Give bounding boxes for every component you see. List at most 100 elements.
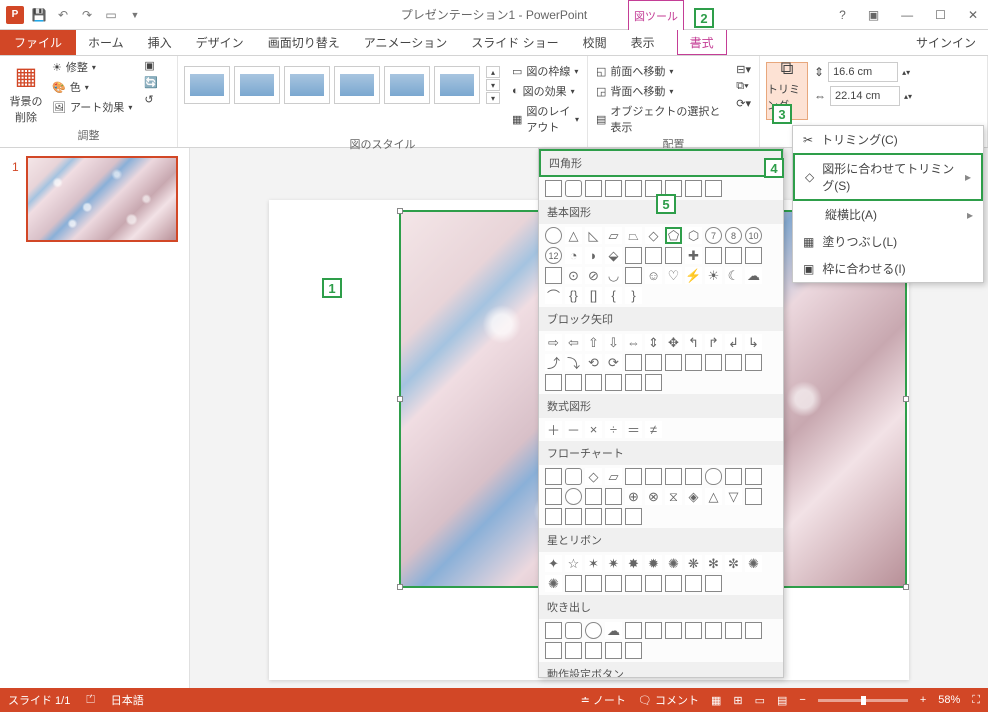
shape-frame[interactable]	[625, 247, 642, 264]
view-reading-icon[interactable]: ▭	[755, 694, 765, 707]
save-icon[interactable]: 💾	[28, 4, 50, 26]
shape-arrow[interactable]	[625, 354, 642, 371]
shape-donut[interactable]: ⊙	[565, 267, 582, 284]
view-normal-icon[interactable]: ▦	[711, 694, 721, 707]
shape-sun[interactable]: ☀	[705, 267, 722, 284]
height-input[interactable]: 16.6 cm	[828, 62, 898, 82]
qat-dropdown-icon[interactable]: ▼	[124, 4, 146, 26]
shape-snip-rect[interactable]	[585, 180, 602, 197]
shape-summing[interactable]: ⊕	[625, 488, 642, 505]
shape-star5[interactable]: ☆	[565, 555, 582, 572]
shape-rectangle[interactable]	[545, 180, 562, 197]
menu-fill[interactable]: ▦塗りつぶし(L)	[793, 228, 983, 255]
notes-button[interactable]: ≐ ノート	[581, 692, 626, 708]
shape-scroll[interactable]	[645, 575, 662, 592]
shape-chord[interactable]: ◗	[585, 247, 602, 264]
shape-alt-process[interactable]	[565, 468, 582, 485]
view-sorter-icon[interactable]: ⊞	[733, 694, 742, 707]
shape-arc[interactable]: ⌒	[545, 287, 562, 304]
shape-terminator[interactable]	[705, 468, 722, 485]
shape-multidoc[interactable]	[685, 468, 702, 485]
shape-star8[interactable]: ✸	[625, 555, 642, 572]
shape-l-shape[interactable]	[665, 247, 682, 264]
shape-arrow-right[interactable]: ⇨	[545, 334, 562, 351]
shape-lightning[interactable]: ⚡	[685, 267, 702, 284]
shape-merge[interactable]: ▽	[725, 488, 742, 505]
gallery-more-icon[interactable]: ▾	[486, 92, 500, 104]
shape-manual-op[interactable]	[545, 488, 562, 505]
language-indicator[interactable]: 日本語	[111, 692, 144, 708]
shape-callout-line[interactable]	[605, 642, 622, 659]
shape-internal-storage[interactable]	[645, 468, 662, 485]
shape-arrow-ud[interactable]: ⇕	[645, 334, 662, 351]
shape-arrow[interactable]: ⤴	[545, 354, 562, 371]
shape-not-equal[interactable]: ≠	[645, 421, 662, 438]
slide-counter[interactable]: スライド 1/1	[8, 692, 70, 708]
style-thumb[interactable]	[234, 66, 280, 104]
shape-arrow[interactable]	[685, 354, 702, 371]
bring-forward-button[interactable]: ◱前面へ移動▾	[594, 62, 726, 80]
tab-insert[interactable]: 挿入	[136, 30, 184, 55]
shape-callout-line[interactable]	[705, 622, 722, 639]
shape-arrow-up[interactable]: ⇧	[585, 334, 602, 351]
tab-animations[interactable]: アニメーション	[352, 30, 460, 55]
start-from-beginning-icon[interactable]: ▭	[100, 4, 122, 26]
shape-off-page[interactable]	[585, 488, 602, 505]
corrections-button[interactable]: ☀修整▾	[50, 58, 134, 76]
shape-callout-line[interactable]	[665, 622, 682, 639]
shape-dodecagon[interactable]: 12	[545, 247, 562, 264]
shape-callout-line[interactable]	[745, 622, 762, 639]
shape-teardrop[interactable]: ⬙	[605, 247, 622, 264]
tab-format[interactable]: 書式	[677, 30, 727, 55]
shape-ribbon[interactable]	[625, 575, 642, 592]
shape-plus[interactable]: ＋	[545, 421, 562, 438]
maximize-icon[interactable]: ☐	[929, 8, 952, 22]
shape-star12[interactable]: ✺	[665, 555, 682, 572]
shape-star7[interactable]: ✷	[605, 555, 622, 572]
shape-callout-line[interactable]	[625, 622, 642, 639]
shape-can[interactable]	[725, 247, 742, 264]
tab-transitions[interactable]: 画面切り替え	[256, 30, 352, 55]
shape-octagon[interactable]: 8	[725, 227, 742, 244]
gallery-up-icon[interactable]: ▴	[486, 66, 500, 78]
shape-bevel[interactable]	[545, 267, 562, 284]
redo-icon[interactable]: ↷	[76, 4, 98, 26]
shape-callout-cloud[interactable]: ☁	[605, 622, 622, 639]
shape-manual-input[interactable]	[745, 468, 762, 485]
color-button[interactable]: 🎨色▾	[50, 78, 134, 96]
picture-effects-button[interactable]: ◐図の効果▾	[510, 82, 581, 100]
shape-brace[interactable]: }	[625, 287, 642, 304]
remove-background-button[interactable]: ▦ 背景の削除	[6, 58, 46, 125]
shape-triangle[interactable]: △	[565, 227, 582, 244]
shape-arrow-down[interactable]: ⇩	[605, 334, 622, 351]
shape-process[interactable]	[545, 468, 562, 485]
shape-scroll[interactable]	[665, 575, 682, 592]
zoom-in-icon[interactable]: +	[920, 694, 926, 706]
shape-right-triangle[interactable]: ◺	[585, 227, 602, 244]
close-icon[interactable]: ✕	[962, 8, 984, 22]
selection-pane-button[interactable]: ▤オブジェクトの選択と表示	[594, 102, 726, 136]
help-icon[interactable]: ?	[833, 8, 852, 22]
shape-star10[interactable]: ✹	[645, 555, 662, 572]
shape-arrow[interactable]: ↱	[705, 334, 722, 351]
shape-explosion[interactable]: ✺	[545, 575, 562, 592]
shape-arrow[interactable]	[565, 374, 582, 391]
picture-layout-button[interactable]: ▦図のレイアウト▾	[510, 102, 581, 136]
shape-parallelogram[interactable]: ▱	[605, 227, 622, 244]
change-picture-icon[interactable]: 🔄	[142, 75, 160, 90]
shape-pie[interactable]: ◔	[565, 247, 582, 264]
shape-callout-line[interactable]	[585, 642, 602, 659]
tab-home[interactable]: ホーム	[76, 30, 136, 55]
shape-bracket[interactable]: []	[585, 287, 602, 304]
shape-arrow[interactable]	[545, 374, 562, 391]
shape-explosion[interactable]: ✺	[745, 555, 762, 572]
align-icon[interactable]: ⊟▾	[734, 62, 753, 77]
picture-border-button[interactable]: ▭図の枠線▾	[510, 62, 581, 80]
shape-callout-round[interactable]	[565, 622, 582, 639]
shape-round-rect[interactable]	[705, 180, 722, 197]
shape-snip-rect[interactable]	[625, 180, 642, 197]
shape-star24[interactable]: ✻	[705, 555, 722, 572]
shape-decision[interactable]: ◇	[585, 468, 602, 485]
shape-minus[interactable]: －	[565, 421, 582, 438]
shape-collate[interactable]: ⧖	[665, 488, 682, 505]
